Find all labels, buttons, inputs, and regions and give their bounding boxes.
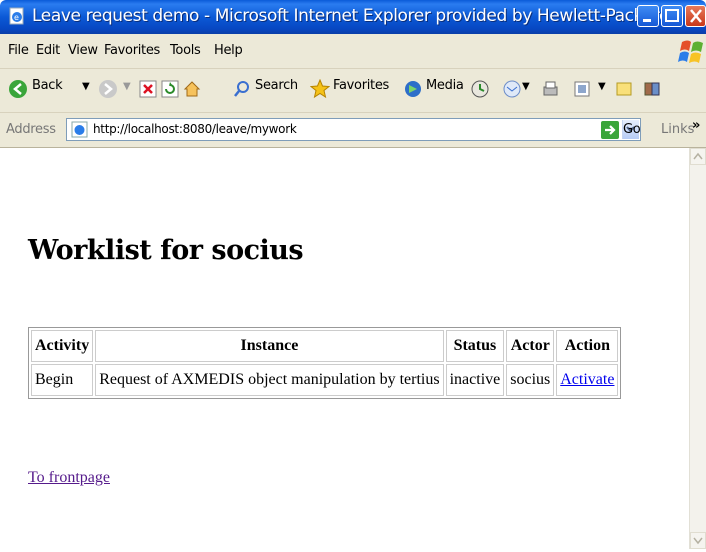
mail-icon[interactable] bbox=[502, 79, 524, 99]
table-row: Begin Request of AXMEDIS object manipula… bbox=[31, 364, 619, 396]
status-cell: inactive bbox=[445, 364, 505, 396]
edit-dropdown-icon[interactable]: ▼ bbox=[598, 81, 606, 92]
minimize-button[interactable] bbox=[637, 5, 659, 27]
address-url: http://localhost:8080/leave/mywork bbox=[93, 122, 297, 136]
title-bar: e Leave request demo - Microsoft Interne… bbox=[0, 0, 706, 34]
forward-arrow-icon[interactable] bbox=[98, 79, 118, 99]
chevron-up-icon bbox=[693, 152, 703, 160]
standard-toolbar: Back ▼ ▼ Search Favorites Media ▼ ▼ bbox=[0, 69, 706, 113]
svg-text:e: e bbox=[14, 13, 19, 22]
frontpage-link[interactable]: To frontpage bbox=[28, 469, 110, 487]
ie-page-icon: e bbox=[9, 7, 24, 25]
scroll-up-button[interactable] bbox=[690, 148, 706, 165]
print-icon[interactable] bbox=[540, 79, 560, 99]
minimize-icon bbox=[643, 19, 651, 22]
menu-edit[interactable]: Edit bbox=[36, 43, 60, 58]
maximize-icon bbox=[665, 9, 679, 22]
research-icon[interactable] bbox=[642, 79, 662, 99]
edit-page-icon[interactable] bbox=[572, 79, 592, 99]
discuss-icon[interactable] bbox=[614, 79, 634, 99]
history-icon[interactable] bbox=[470, 79, 490, 99]
mail-dropdown-icon[interactable]: ▼ bbox=[522, 81, 530, 92]
menu-favorites[interactable]: Favorites bbox=[104, 43, 160, 58]
column-header: Actor bbox=[506, 330, 555, 362]
actor-cell: socius bbox=[506, 364, 555, 396]
vertical-scrollbar[interactable] bbox=[689, 148, 706, 549]
address-bar: Address http://localhost:8080/leave/mywo… bbox=[0, 113, 706, 148]
search-button[interactable]: Search bbox=[255, 78, 298, 93]
table-header-row: Activity Instance Status Actor Action bbox=[31, 330, 619, 362]
back-dropdown-icon[interactable]: ▼ bbox=[82, 81, 90, 92]
address-input[interactable]: http://localhost:8080/leave/mywork bbox=[66, 118, 641, 141]
stop-icon[interactable] bbox=[138, 79, 158, 99]
column-header: Action bbox=[556, 330, 619, 362]
page-title: Worklist for socius bbox=[28, 235, 304, 266]
go-button[interactable]: Go bbox=[623, 122, 641, 137]
media-button[interactable]: Media bbox=[426, 78, 464, 93]
windows-logo-icon bbox=[678, 40, 703, 63]
activate-link[interactable]: Activate bbox=[560, 371, 614, 388]
close-button[interactable] bbox=[685, 5, 706, 27]
menu-file[interactable]: File bbox=[8, 43, 29, 58]
activity-cell: Begin bbox=[31, 364, 94, 396]
column-header: Activity bbox=[31, 330, 94, 362]
links-button[interactable]: Links bbox=[661, 122, 694, 137]
worklist-table: Activity Instance Status Actor Action Be… bbox=[28, 327, 622, 399]
search-icon[interactable] bbox=[232, 79, 252, 99]
column-header: Status bbox=[445, 330, 505, 362]
ie-page-icon bbox=[71, 121, 88, 138]
address-label: Address bbox=[6, 122, 56, 137]
media-icon[interactable] bbox=[403, 79, 423, 99]
menu-help[interactable]: Help bbox=[214, 43, 243, 58]
favorites-star-icon[interactable] bbox=[310, 79, 330, 99]
close-icon bbox=[690, 9, 702, 23]
menu-view[interactable]: View bbox=[68, 43, 98, 58]
forward-dropdown-icon[interactable]: ▼ bbox=[123, 81, 131, 92]
back-button[interactable]: Back bbox=[32, 78, 63, 93]
instance-cell: Request of AXMEDIS object manipulation b… bbox=[95, 364, 444, 396]
home-icon[interactable] bbox=[182, 79, 202, 99]
column-header: Instance bbox=[95, 330, 444, 362]
refresh-icon[interactable] bbox=[160, 79, 180, 99]
scroll-down-button[interactable] bbox=[690, 532, 706, 549]
back-arrow-icon[interactable] bbox=[8, 79, 28, 99]
menu-tools[interactable]: Tools bbox=[170, 43, 201, 58]
go-arrow-icon[interactable] bbox=[601, 121, 619, 139]
menu-bar: File Edit View Favorites Tools Help bbox=[0, 34, 706, 69]
chevron-down-icon bbox=[693, 537, 703, 545]
maximize-button[interactable] bbox=[661, 5, 683, 27]
favorites-button[interactable]: Favorites bbox=[333, 78, 389, 93]
window-title: Leave request demo - Microsoft Internet … bbox=[32, 6, 670, 26]
action-cell: Activate bbox=[556, 364, 619, 396]
chevron-right-icon[interactable]: » bbox=[692, 118, 700, 133]
